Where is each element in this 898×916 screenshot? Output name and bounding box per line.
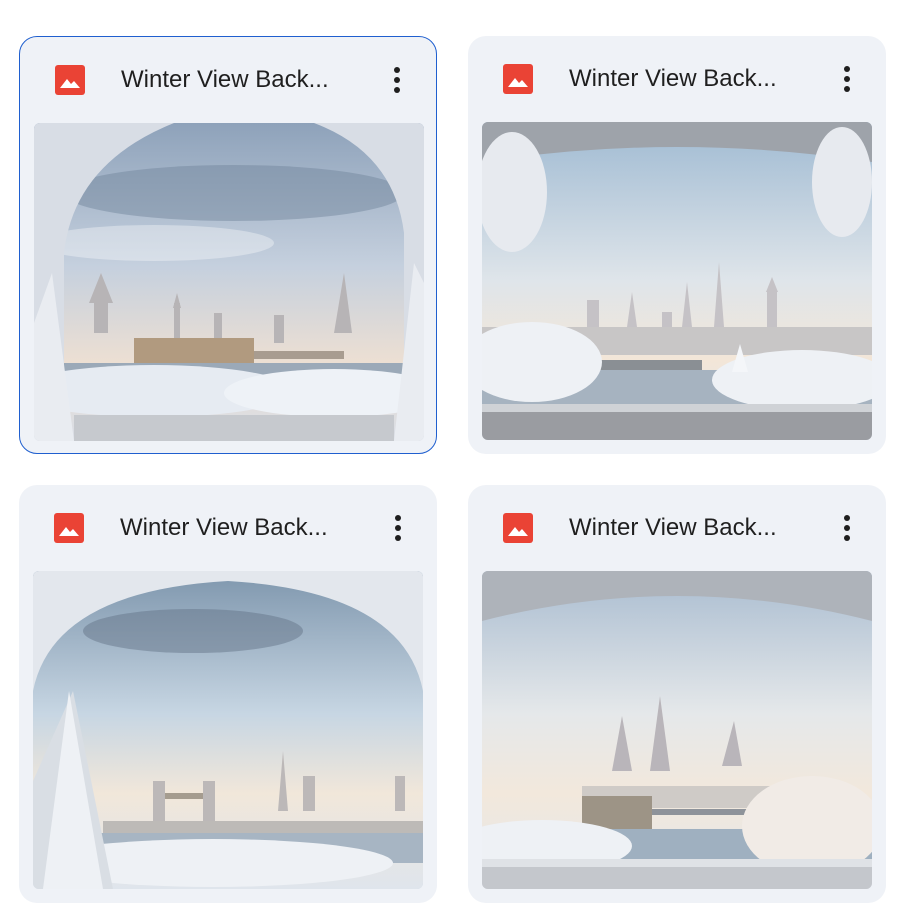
file-card-header[interactable]: Winter View Back... xyxy=(468,485,886,571)
file-card-header[interactable]: Winter View Back... xyxy=(19,485,437,571)
file-card-header[interactable]: Winter View Back... xyxy=(468,36,886,122)
file-name: Winter View Back... xyxy=(121,66,329,93)
winter-city-view-image xyxy=(482,122,872,440)
winter-city-view-image xyxy=(482,571,872,889)
image-file-icon xyxy=(54,513,84,543)
more-vert-icon xyxy=(395,515,401,541)
more-options-button[interactable] xyxy=(828,509,866,547)
file-name: Winter View Back... xyxy=(569,514,777,541)
image-file-icon xyxy=(503,513,533,543)
file-name: Winter View Back... xyxy=(569,65,777,92)
winter-city-view-image xyxy=(34,123,424,441)
more-options-button[interactable] xyxy=(378,61,416,99)
more-vert-icon xyxy=(844,66,850,92)
more-options-button[interactable] xyxy=(379,509,417,547)
file-card[interactable]: Winter View Back... xyxy=(19,485,437,903)
more-vert-icon xyxy=(844,515,850,541)
image-thumbnail[interactable] xyxy=(34,123,424,441)
more-vert-icon xyxy=(394,67,400,93)
image-thumbnail[interactable] xyxy=(482,122,872,440)
winter-city-view-image xyxy=(33,571,423,889)
file-card-header[interactable]: Winter View Back... xyxy=(20,37,436,123)
file-name: Winter View Back... xyxy=(120,514,328,541)
image-thumbnail[interactable] xyxy=(482,571,872,889)
file-card[interactable]: Winter View Back... xyxy=(19,36,437,454)
file-card[interactable]: Winter View Back... xyxy=(468,485,886,903)
file-card[interactable]: Winter View Back... xyxy=(468,36,886,454)
more-options-button[interactable] xyxy=(828,60,866,98)
image-file-icon xyxy=(55,65,85,95)
image-file-icon xyxy=(503,64,533,94)
image-thumbnail[interactable] xyxy=(33,571,423,889)
